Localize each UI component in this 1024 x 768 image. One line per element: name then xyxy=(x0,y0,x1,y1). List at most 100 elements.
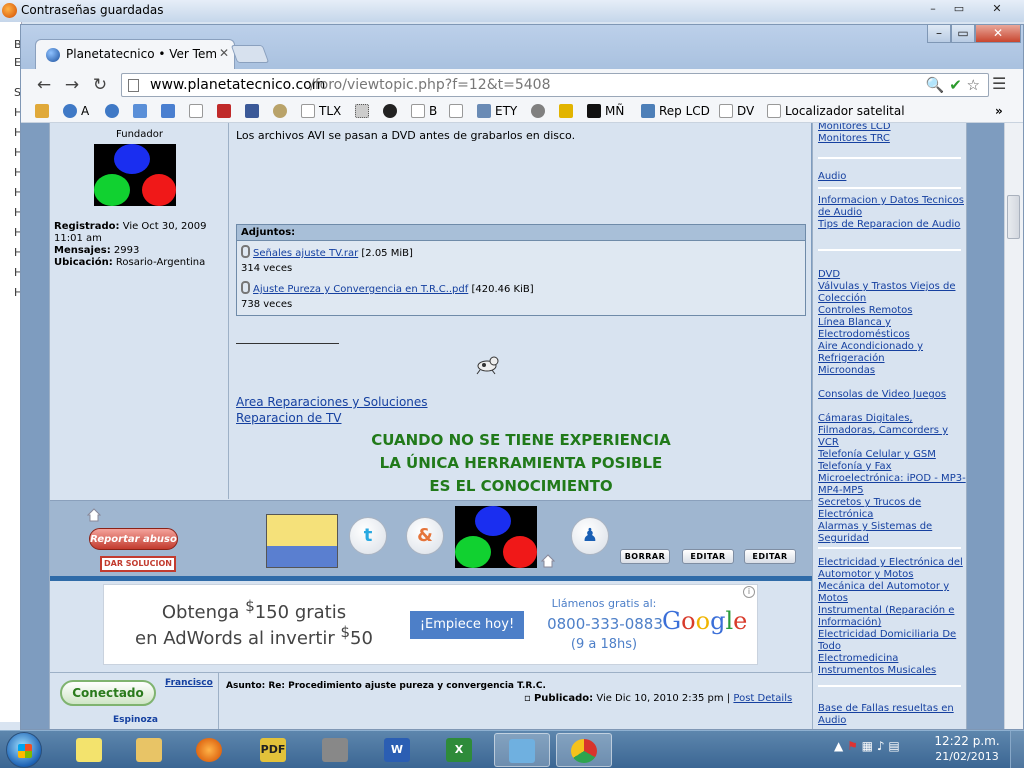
show-desktop-button[interactable] xyxy=(1010,731,1024,768)
new-tab-button[interactable] xyxy=(230,45,270,63)
adwords-banner[interactable]: Obtenga $150 gratis en AdWords al invert… xyxy=(103,584,758,665)
bookmark-item[interactable] xyxy=(35,104,53,120)
bookmark-item[interactable] xyxy=(383,104,401,120)
clock-date[interactable]: 21/02/2013 xyxy=(932,750,1002,763)
bg-maximize-button[interactable]: ▭ xyxy=(946,0,972,18)
maximize-button[interactable]: ▭ xyxy=(951,25,975,43)
solution-button[interactable]: DAR SOLUCION xyxy=(100,556,176,572)
delete-button[interactable]: BORRAR xyxy=(620,549,670,564)
ad-cta-button[interactable]: ¡Empiece hoy! xyxy=(410,611,524,639)
bookmark-item[interactable] xyxy=(449,104,467,120)
sidebar-link[interactable]: Instrumental (Reparación e Información) xyxy=(818,605,966,629)
sidebar-link[interactable]: Válvulas y Trastos Viejos de Colección xyxy=(818,281,966,305)
sidebar-link[interactable]: Alarmas y Sistemas de Seguridad xyxy=(818,521,966,545)
clock-time[interactable]: 12:22 p.m. xyxy=(932,734,1002,748)
sidebar-link[interactable]: Consolas de Video Juegos xyxy=(818,389,966,401)
sidebar-link[interactable]: Línea Blanca y Electrodomésticos xyxy=(818,317,966,341)
bookmark-item[interactable] xyxy=(217,104,235,120)
bookmark-item[interactable]: Localizador satelital xyxy=(767,104,905,120)
edit-button[interactable]: EDITAR xyxy=(744,549,796,564)
taskbar-app-pdf[interactable]: PDF xyxy=(246,733,302,767)
info-icon[interactable]: i xyxy=(743,586,755,598)
bookmark-item[interactable]: B xyxy=(411,104,437,120)
close-icon[interactable]: ✕ xyxy=(219,46,229,60)
start-button[interactable] xyxy=(6,732,42,768)
sidebar-link[interactable]: Aire Acondicionado y Refrigeración xyxy=(818,341,966,365)
attachment-link[interactable]: Ajuste Pureza y Convergencia en T.R.C..p… xyxy=(253,284,468,295)
star-icon[interactable]: ☆ xyxy=(967,76,980,94)
home-icon[interactable] xyxy=(87,508,101,522)
sidebar-link[interactable]: Electricidad Domiciliaria De Todo xyxy=(818,629,966,653)
sidebar-link[interactable]: Base de Fallas resueltas en Audio xyxy=(818,703,966,727)
taskbar-app-excel[interactable]: X xyxy=(432,733,488,767)
post-details-link[interactable]: Post Details xyxy=(733,693,792,704)
sidebar-link[interactable]: Microondas xyxy=(818,365,966,377)
vertical-scrollbar[interactable] xyxy=(1004,123,1023,729)
taskbar-app-chrome[interactable] xyxy=(556,733,612,767)
signature-link[interactable]: Area Reparaciones y Soluciones xyxy=(236,395,428,409)
taskbar-app-sticky-notes[interactable] xyxy=(62,733,118,767)
reload-icon[interactable]: ↻ xyxy=(89,75,111,95)
sidebar-link[interactable]: Monitores TRC xyxy=(818,133,966,145)
search-icon[interactable]: 🔍 xyxy=(926,76,945,94)
address-bar[interactable]: www.planetatecnico.com /foro/viewtopic.p… xyxy=(121,73,989,97)
messenger-icon[interactable]: ♟ xyxy=(571,517,609,555)
bookmark-item[interactable]: TLX xyxy=(301,104,341,120)
bookmark-item[interactable] xyxy=(189,104,207,120)
sidebar-link[interactable]: DVD xyxy=(818,269,966,281)
bookmark-item[interactable]: DV xyxy=(719,104,754,120)
sidebar-link[interactable]: Monitores LCD xyxy=(818,123,966,133)
bookmark-item[interactable] xyxy=(531,104,549,120)
author-name[interactable]: Francisco xyxy=(165,678,213,688)
sidebar-link[interactable]: Controles Remotos xyxy=(818,305,966,317)
scrollbar-thumb[interactable] xyxy=(1007,195,1020,239)
sidebar-link[interactable]: Audio xyxy=(818,171,966,183)
sidebar-link[interactable]: Telefonía Celular y GSM xyxy=(818,449,966,461)
taskbar-app-explorer[interactable] xyxy=(122,733,178,767)
homer-icon[interactable] xyxy=(266,514,338,568)
sidebar-link[interactable]: Tips de Reparacion de Audio xyxy=(818,219,966,231)
sidebar-link[interactable]: Electricidad y Electrónica del Automotor… xyxy=(818,557,966,581)
check-icon[interactable]: ✔ xyxy=(949,76,962,94)
taskbar-app-chip[interactable] xyxy=(308,733,364,767)
bookmark-item[interactable]: Rep LCD xyxy=(641,104,710,120)
flag-icon[interactable]: ⚑ xyxy=(847,739,858,753)
network-icon[interactable]: ▦ xyxy=(862,739,873,753)
minimize-button[interactable]: – xyxy=(927,25,951,43)
forward-arrow-icon[interactable]: → xyxy=(61,75,83,95)
bookmark-item[interactable] xyxy=(355,104,373,120)
bookmark-item[interactable]: A xyxy=(63,104,89,120)
bookmark-item[interactable] xyxy=(273,104,291,120)
taskbar-app-contacts[interactable] xyxy=(494,733,550,767)
share-icon[interactable]: & xyxy=(406,517,444,555)
report-abuse-button[interactable]: Reportar abuso xyxy=(89,528,178,550)
bookmark-item[interactable] xyxy=(559,104,577,120)
bg-minimize-button[interactable]: – xyxy=(920,0,946,18)
sidebar-link[interactable]: Cámaras Digitales, Filmadoras, Camcorder… xyxy=(818,413,966,449)
sidebar-link[interactable]: Secretos y Trucos de Electrónica xyxy=(818,497,966,521)
bookmark-item[interactable]: MÑ xyxy=(587,104,624,120)
close-window-button[interactable]: ✕ xyxy=(975,25,1021,43)
taskbar-app-firefox[interactable] xyxy=(182,733,238,767)
bookmark-item[interactable]: ETY xyxy=(477,104,517,120)
tray-expand-icon[interactable]: ▲ xyxy=(834,739,843,753)
printer-icon[interactable]: ▤ xyxy=(888,739,899,753)
tab-active[interactable]: Planetatecnico • Ver Tema ✕ xyxy=(35,39,235,69)
bg-close-button[interactable]: ✕ xyxy=(972,0,1022,18)
sidebar-link[interactable]: Electromedicina xyxy=(818,653,966,665)
twitter-icon[interactable]: t xyxy=(349,517,387,555)
back-arrow-icon[interactable]: ← xyxy=(33,75,55,95)
bookmark-item[interactable] xyxy=(105,104,123,120)
sidebar-link[interactable]: Mecánica del Automotor y Motos xyxy=(818,581,966,605)
signature-link[interactable]: Reparacion de TV xyxy=(236,411,342,425)
taskbar-app-word[interactable]: W xyxy=(370,733,426,767)
edit-button[interactable]: EDITAR xyxy=(682,549,734,564)
bookmark-item[interactable] xyxy=(161,104,179,120)
bookmark-item[interactable] xyxy=(245,104,263,120)
attachment-link[interactable]: Señales ajuste TV.rar xyxy=(253,248,358,259)
speaker-icon[interactable]: ♪ xyxy=(877,739,885,753)
sidebar-link[interactable]: Telefonía y Fax xyxy=(818,461,966,473)
sidebar-link[interactable]: Instrumentos Musicales xyxy=(818,665,966,677)
menu-icon[interactable]: ☰ xyxy=(992,76,1008,92)
more-bookmarks-icon[interactable]: » xyxy=(995,104,1003,120)
